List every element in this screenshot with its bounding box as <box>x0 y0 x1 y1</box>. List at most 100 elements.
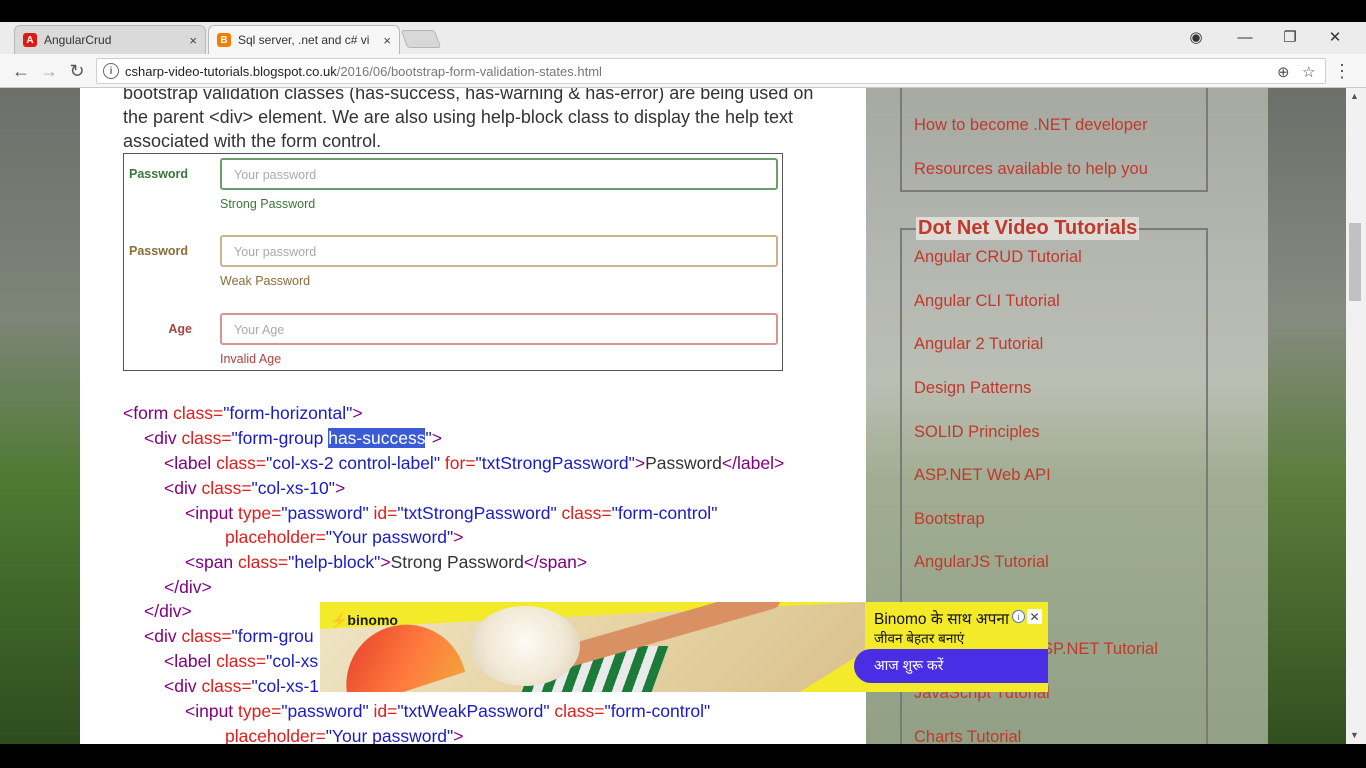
code-line: placeholder="Your password"> <box>225 724 463 744</box>
zoom-icon[interactable]: ⊕ <box>1277 63 1290 81</box>
password-input[interactable]: Your password <box>220 158 778 190</box>
ad-info-icon[interactable]: i <box>1012 610 1025 623</box>
screen: A AngularCrud × B Sql server, .net and c… <box>0 0 1366 768</box>
code-value: "form-control" <box>604 701 711 721</box>
code-value: "form-horizontal" <box>223 403 353 423</box>
address-bar[interactable]: i csharp-video-tutorials.blogspot.co.uk /… <box>96 58 1326 84</box>
code-attr: class= <box>549 701 605 721</box>
sidebar-link[interactable]: ASP.NET Web API <box>914 466 1051 485</box>
code-tag: > <box>453 527 464 547</box>
code-attr: placeholder= <box>225 726 326 744</box>
forward-arrow-icon[interactable]: → <box>38 60 60 82</box>
bookmark-star-icon[interactable]: ☆ <box>1302 63 1315 81</box>
reload-icon[interactable]: ↻ <box>66 60 88 82</box>
ad-cta-button[interactable]: आज शुरू करें <box>854 649 1048 683</box>
field-label: Password <box>129 167 189 181</box>
code-attr: type= <box>238 701 282 721</box>
selected-text[interactable]: has-success <box>328 428 426 448</box>
code-attr: id= <box>368 503 398 523</box>
minimize-button[interactable]: — <box>1230 26 1260 48</box>
profile-icon[interactable]: ◉ <box>1181 26 1211 48</box>
scroll-down-arrow-icon[interactable]: ▼ <box>1350 730 1359 740</box>
code-tag: > <box>453 726 464 744</box>
article-paragraph-line: the parent <div> element. We are also us… <box>123 107 794 127</box>
sidebar-link[interactable]: Resources available to help you <box>914 160 1148 179</box>
code-tag: <span <box>185 552 239 572</box>
code-tag: > <box>634 453 646 473</box>
code-attr: class= <box>181 626 232 646</box>
code-line: <label class="col-xs-2 control-label" fo… <box>164 451 784 476</box>
code-value: "form-control" <box>611 503 718 523</box>
sidebar-link[interactable]: Angular 2 Tutorial <box>914 335 1043 354</box>
code-line: <div class="col-xs-10"> <box>164 476 345 501</box>
code-value: "col-xs-10" <box>251 478 335 498</box>
code-value: "txtWeakPassword" <box>397 701 550 721</box>
sidebar-link[interactable]: SP.NET Tutorial <box>1042 640 1158 659</box>
sidebar-link[interactable]: Design Patterns <box>914 379 1031 398</box>
sidebar-link[interactable]: Angular CLI Tutorial <box>914 292 1060 311</box>
code-tag: </label> <box>721 453 785 473</box>
sidebar-title: Dot Net Video Tutorials <box>916 217 1140 240</box>
site-info-icon[interactable]: i <box>103 63 119 79</box>
code-attr: class= <box>556 503 612 523</box>
background-image-right <box>1268 88 1346 744</box>
tab-sql-server[interactable]: B Sql server, .net and c# vi × <box>208 25 400 54</box>
vertical-scrollbar[interactable]: ▲ ▼ <box>1346 88 1366 744</box>
code-tag: > <box>380 552 391 572</box>
code-tag: <div <box>164 478 202 498</box>
code-tag: <label <box>164 651 217 671</box>
tab-angularcrud[interactable]: A AngularCrud × <box>14 25 206 54</box>
password-input[interactable]: Your password <box>220 235 778 267</box>
sidebar-link[interactable]: Charts Tutorial <box>914 728 1021 744</box>
restore-button[interactable]: ❐ <box>1275 26 1305 48</box>
code-tag: <label <box>164 453 217 473</box>
help-block: Invalid Age <box>220 352 282 366</box>
code-value: "col-xs-2 control-label" <box>266 453 441 473</box>
ad-hat-shape <box>470 606 580 686</box>
tab-close-icon[interactable]: × <box>383 33 391 48</box>
sidebar-link[interactable]: Angular CRUD Tutorial <box>914 248 1082 267</box>
code-value: "form-group <box>231 428 329 448</box>
back-arrow-icon[interactable]: ← <box>10 60 32 82</box>
form-group-weak-password: Password Your password Weak Password <box>124 231 784 301</box>
sidebar-link[interactable]: SOLID Principles <box>914 423 1040 442</box>
sidebar-link[interactable]: How to become .NET developer <box>914 116 1148 135</box>
code-value: "form-grou <box>231 626 314 646</box>
article-paragraph-line: associated with the form control. <box>123 131 382 151</box>
binomo-logo: ⚡binomo <box>330 612 398 628</box>
code-tag: <input <box>185 701 239 721</box>
age-input[interactable]: Your Age <box>220 313 778 345</box>
sidebar-link[interactable]: AngularJS Tutorial <box>914 553 1049 572</box>
close-window-button[interactable]: ✕ <box>1320 26 1350 48</box>
code-attr: id= <box>368 701 398 721</box>
field-label: Password <box>129 244 189 258</box>
code-tag: <div <box>144 626 182 646</box>
code-tag: > <box>431 428 442 448</box>
tab-close-icon[interactable]: × <box>189 33 197 48</box>
scroll-up-arrow-icon[interactable]: ▲ <box>1350 91 1359 101</box>
sidebar-link[interactable]: Bootstrap <box>914 510 985 529</box>
browser-menu-icon[interactable]: ⋮ <box>1331 60 1353 82</box>
field-label: Age <box>168 322 192 336</box>
scrollbar-thumb[interactable] <box>1349 223 1361 301</box>
help-block: Strong Password <box>220 197 316 211</box>
code-line: <div class="col-xs-1 <box>164 674 319 699</box>
ad-headline: Binomo के साथ अपना <box>874 611 1010 628</box>
code-tag: <div <box>164 676 202 696</box>
new-tab-button[interactable] <box>400 30 442 48</box>
code-attr: class= <box>201 478 252 498</box>
code-tag: <form <box>123 403 174 423</box>
advertisement-banner[interactable]: ⚡binomo Binomo के साथ अपना जीवन बेहतर बन… <box>320 602 1048 692</box>
ad-close-icon[interactable]: ✕ <box>1027 609 1042 624</box>
angular-favicon-icon: A <box>23 33 37 47</box>
code-line: </div> <box>164 577 212 597</box>
code-attr: class= <box>238 552 289 572</box>
code-line: <span class="help-block">Strong Password… <box>185 550 587 575</box>
ad-subline: जीवन बेहतर बनाएं <box>874 631 965 646</box>
code-attr: for= <box>440 453 476 473</box>
url-host: csharp-video-tutorials.blogspot.co.uk <box>125 63 337 79</box>
code-tag: </span> <box>523 552 588 572</box>
code-line: <div class="form-grou <box>144 624 314 649</box>
code-value: "txtStrongPassword" <box>397 503 557 523</box>
url-path: /2016/06/bootstrap-form-validation-state… <box>336 63 602 79</box>
